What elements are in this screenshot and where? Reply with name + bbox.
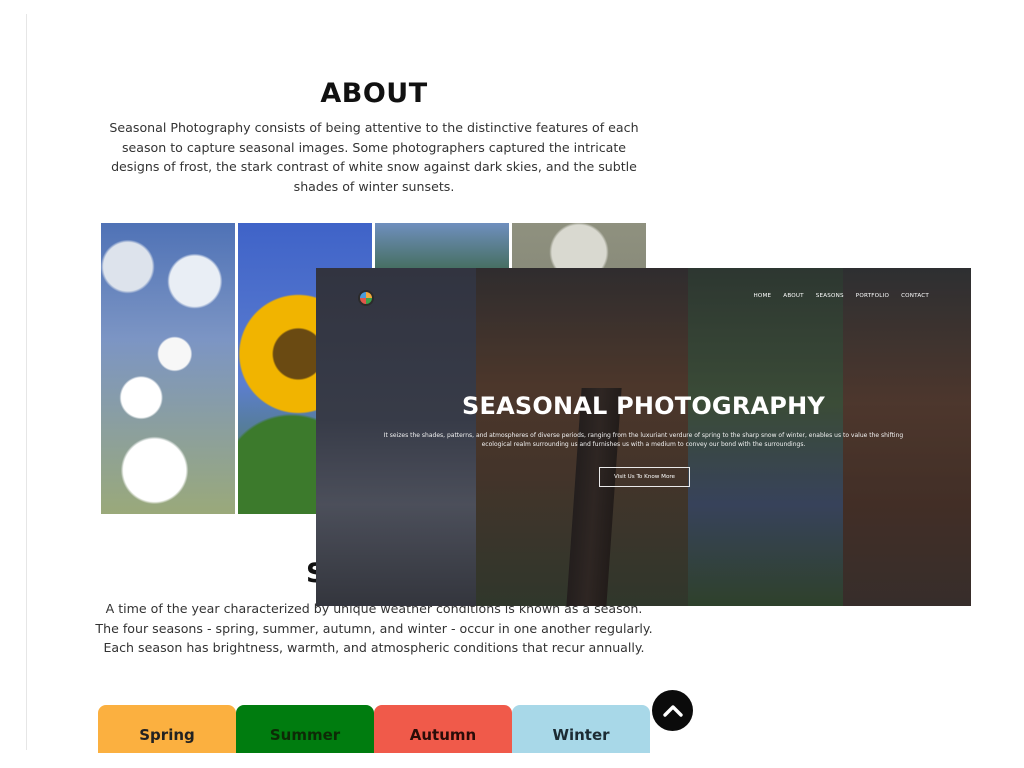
visit-us-button[interactable]: Visit Us To Know More [599,467,690,487]
page-left-border [26,14,27,750]
tab-spring[interactable]: Spring [98,705,236,753]
seasons-description: A time of the year characterized by uniq… [95,601,653,656]
nav-about[interactable]: ABOUT [783,293,803,299]
about-title: ABOUT [320,78,428,109]
tab-autumn[interactable]: Autumn [374,705,512,753]
about-description: Seasonal Photography consists of being a… [109,120,639,194]
logo-icon[interactable] [358,290,374,306]
nav-portfolio[interactable]: PORTFOLIO [856,293,889,299]
hero-title: SEASONAL PHOTOGRAPHY [462,392,825,420]
nav-seasons[interactable]: SEASONS [816,293,844,299]
hero-preview-overlay: HOME ABOUT SEASONS PORTFOLIO CONTACT SEA… [316,268,971,606]
nav-contact[interactable]: CONTACT [901,293,929,299]
nav-home[interactable]: HOME [754,293,772,299]
season-tabs: Spring Summer Autumn Winter [98,705,650,753]
tab-summer[interactable]: Summer [236,705,374,753]
hero-subtitle: It seizes the shades, patterns, and atmo… [383,432,904,448]
hero-navbar: HOME ABOUT SEASONS PORTFOLIO CONTACT [754,293,929,299]
spring-blossom-photo [101,223,235,514]
back-to-top-button[interactable] [652,690,693,731]
tab-winter[interactable]: Winter [512,705,650,753]
chevron-up-icon [662,704,683,717]
